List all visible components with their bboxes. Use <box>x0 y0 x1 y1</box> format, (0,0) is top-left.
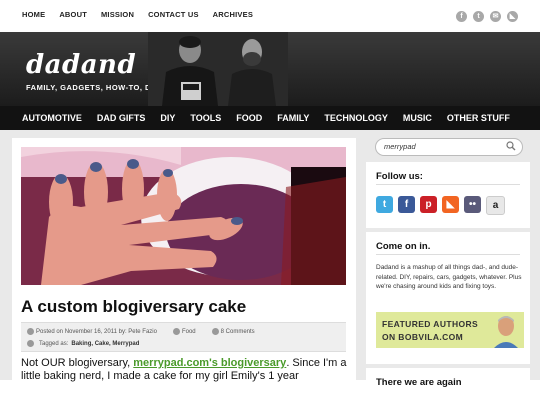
post-body-link[interactable]: merrypad.com's blogiversary <box>133 357 286 369</box>
rss-icon[interactable]: ◣ <box>507 11 518 22</box>
nav-automotive[interactable]: AUTOMOTIVE <box>22 113 82 123</box>
follow-icons: t f p ◣ •• a <box>376 196 505 215</box>
top-nav-about[interactable]: ABOUT <box>59 10 87 19</box>
there-we-are-box: There we are again <box>366 368 530 398</box>
top-nav-contact-us[interactable]: CONTACT US <box>148 10 199 19</box>
tag-icon <box>27 340 34 347</box>
blog-post: A custom blogiversary cake Posted on Nov… <box>12 138 356 388</box>
site-header: dadand FAMILY, GADGETS, HOW-TO, DIY <box>0 32 540 106</box>
post-category-text[interactable]: Food <box>182 329 196 335</box>
top-nav-home[interactable]: HOME <box>22 10 45 19</box>
nav-food[interactable]: FOOD <box>236 113 262 123</box>
nav-other-stuff[interactable]: OTHER STUFF <box>447 113 510 123</box>
site-logo[interactable]: dadand <box>26 50 136 80</box>
tagged-label: Tagged as: <box>39 340 69 347</box>
divider <box>376 254 520 255</box>
search-box <box>375 138 523 156</box>
post-hero-image[interactable] <box>21 147 346 285</box>
post-body-start: Not OUR blogiversary, <box>21 357 134 369</box>
post-category[interactable]: Food <box>172 328 196 335</box>
search-input[interactable] <box>384 140 494 152</box>
twitter-icon[interactable]: t <box>376 196 393 213</box>
folder-icon <box>172 328 180 335</box>
banner-line-1: FEATURED AUTHORS <box>382 319 479 329</box>
clock-icon <box>27 328 34 335</box>
top-nav: HOME ABOUT MISSION CONTACT US ARCHIVES <box>22 10 253 19</box>
nav-music[interactable]: MUSIC <box>403 113 432 123</box>
main-nav: AUTOMOTIVE DAD GIFTS DIY TOOLS FOOD FAMI… <box>0 106 540 130</box>
site-tagline: FAMILY, GADGETS, HOW-TO, DIY <box>26 83 160 92</box>
post-date-author: Posted on November 16, 2011 by: Pete Faz… <box>27 328 157 335</box>
top-nav-mission[interactable]: MISSION <box>101 10 134 19</box>
divider <box>376 184 520 185</box>
post-tags[interactable]: Baking, Cake, Merrypad <box>71 341 139 347</box>
top-social-icons: f t ✉ ◣ <box>456 11 518 22</box>
twitter-icon[interactable]: t <box>473 11 484 22</box>
top-nav-archives[interactable]: ARCHIVES <box>213 10 253 19</box>
nav-diy[interactable]: DIY <box>160 113 175 123</box>
post-meta: Posted on November 16, 2011 by: Pete Faz… <box>21 322 346 352</box>
top-utility-bar: HOME ABOUT MISSION CONTACT US ARCHIVES f… <box>0 0 540 33</box>
follow-us-title: Follow us: <box>376 171 423 182</box>
content-area: A custom blogiversary cake Posted on Nov… <box>0 130 540 398</box>
post-body: Not OUR blogiversary, merrypad.com's blo… <box>21 357 351 383</box>
nav-tools[interactable]: TOOLS <box>190 113 221 123</box>
rss-icon[interactable]: ◣ <box>442 196 459 213</box>
come-on-in-title: Come on in. <box>376 241 431 252</box>
featured-authors-banner[interactable]: FEATURED AUTHORS ON BOBVILA.COM <box>376 312 524 348</box>
search-icon[interactable] <box>506 141 516 151</box>
about-text: Dadand is a mashup of all things dad-, a… <box>376 264 522 290</box>
banner-line-2: ON BOBVILA.COM <box>382 332 464 342</box>
pinterest-icon[interactable]: p <box>420 196 437 213</box>
flickr-icon[interactable]: •• <box>464 196 481 213</box>
bob-vila-photo <box>494 316 518 348</box>
post-comments-text[interactable]: 8 Comments <box>221 329 255 335</box>
facebook-icon[interactable]: f <box>456 11 467 22</box>
comment-icon <box>211 328 219 335</box>
nav-family[interactable]: FAMILY <box>277 113 309 123</box>
nav-technology[interactable]: TECHNOLOGY <box>324 113 388 123</box>
nav-dad-gifts[interactable]: DAD GIFTS <box>97 113 146 123</box>
post-title[interactable]: A custom blogiversary cake <box>21 297 246 317</box>
post-date-text: Posted on November 16, 2011 by: Pete Faz… <box>36 329 157 336</box>
facebook-icon[interactable]: f <box>398 196 415 213</box>
there-we-are-title: There we are again <box>376 377 462 388</box>
authors-photo <box>148 32 288 106</box>
post-comments[interactable]: 8 Comments <box>211 328 255 335</box>
email-icon[interactable]: ✉ <box>490 11 501 22</box>
sidebar: Follow us: tfp ◣ •• a Come on in. Dadand is… <box>366 138 530 398</box>
follow-us-box: Follow us: t f p ◣ •• a <box>366 162 530 228</box>
come-on-in-box: Come on in. Dadand is a mashup of all th… <box>366 232 530 364</box>
amazon-icon[interactable]: a <box>486 196 505 215</box>
